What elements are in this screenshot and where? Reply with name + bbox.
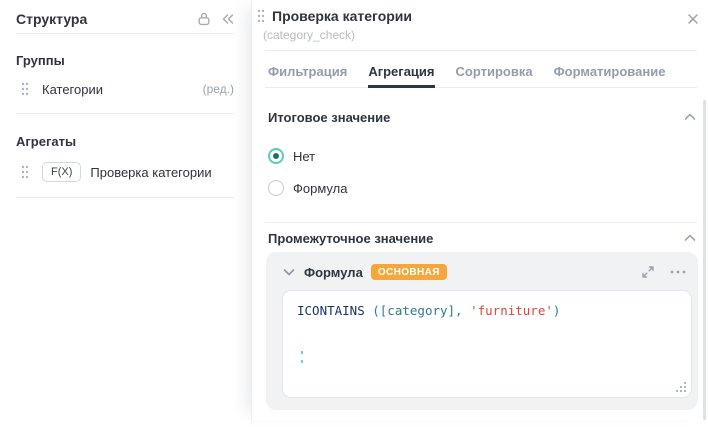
header-divider: [265, 50, 697, 51]
aggregates-heading: Агрегаты: [16, 134, 76, 149]
radio-unselected-icon: [268, 180, 284, 196]
lock-button[interactable]: [192, 7, 216, 31]
resize-grip-icon[interactable]: [675, 381, 687, 393]
total-value-heading: Итоговое значение: [268, 110, 681, 125]
collapse-section-button[interactable]: [681, 229, 699, 247]
expand-icon: [641, 265, 655, 279]
field-settings-dialog: Структура Группы: [0, 0, 708, 445]
expand-editor-button[interactable]: [638, 262, 658, 282]
chevron-up-icon: [683, 110, 697, 124]
aggregate-item-label: Проверка категории: [90, 165, 211, 180]
aggregate-item[interactable]: F(X) Проверка категории: [16, 160, 234, 184]
sidebar-divider: [16, 33, 234, 34]
tab-formatting[interactable]: Форматирование: [554, 56, 666, 88]
editor-caret: [301, 351, 303, 369]
drag-handle-icon[interactable]: [257, 9, 265, 23]
intermediate-value-section-header: Промежуточное значение: [268, 229, 699, 247]
collapse-section-button[interactable]: [681, 108, 699, 126]
collapse-sidebar-button[interactable]: [216, 7, 240, 31]
lock-icon: [196, 11, 212, 27]
formula-code-line: ICONTAINS ([category], 'furniture'): [297, 303, 560, 318]
chevron-down-icon: [282, 265, 296, 279]
code-token-paren: ): [553, 303, 561, 318]
sidebar-divider: [16, 197, 234, 198]
groups-heading: Группы: [16, 53, 65, 68]
structure-sidebar: Структура Группы: [0, 0, 250, 420]
sidebar-title: Структура: [16, 11, 192, 27]
drag-handle-icon: [21, 82, 29, 96]
collapse-formula-button[interactable]: [280, 263, 298, 281]
more-menu-button[interactable]: [668, 262, 688, 282]
formula-card-title: Формула: [304, 265, 363, 280]
intermediate-value-heading: Промежуточное значение: [268, 231, 681, 246]
panel-header: Проверка категории (category_check): [257, 8, 678, 42]
primary-badge: ОСНОВНАЯ: [371, 264, 447, 280]
chevron-up-icon: [683, 231, 697, 245]
tab-sorting[interactable]: Сортировка: [456, 56, 533, 88]
panel-title: Проверка категории: [272, 8, 412, 24]
radio-selected-icon: [268, 148, 284, 164]
formula-type-badge: F(X): [42, 162, 81, 182]
sidebar-header: Структура: [16, 6, 240, 32]
code-token-field: ([category],: [365, 303, 470, 318]
radio-label-none: Нет: [293, 149, 315, 164]
radio-option-none[interactable]: Нет: [268, 146, 315, 166]
tab-aggregation[interactable]: Агрегация: [368, 56, 434, 88]
code-token-function: ICONTAINS: [297, 303, 365, 318]
code-token-string: 'furniture': [470, 303, 553, 318]
group-item-label: Категории: [42, 82, 103, 97]
close-button[interactable]: [681, 7, 705, 31]
sidebar-divider: [16, 113, 234, 114]
drag-handle-icon: [21, 165, 29, 179]
edit-group-link[interactable]: (ред.): [203, 82, 234, 96]
tab-filtering[interactable]: Фильтрация: [268, 56, 347, 88]
panel-subtitle: (category_check): [263, 28, 678, 42]
radio-option-formula[interactable]: Формула: [268, 178, 347, 198]
radio-label-formula: Формула: [293, 181, 347, 196]
formula-card-header: Формула ОСНОВНАЯ: [280, 261, 688, 283]
total-value-section-header: Итоговое значение: [268, 108, 699, 126]
settings-tabs: Фильтрация Агрегация Сортировка Форматир…: [265, 56, 697, 88]
group-item-categories[interactable]: Категории (ред.): [16, 77, 234, 101]
panel-scrollbar[interactable]: [703, 100, 706, 420]
formula-code-editor[interactable]: ICONTAINS ([category], 'furniture'): [282, 290, 692, 398]
close-icon: [686, 12, 700, 26]
section-divider: [265, 222, 697, 223]
ellipsis-icon: [670, 270, 686, 274]
chevrons-left-icon: [220, 11, 236, 27]
field-settings-panel: Проверка категории (category_check) Филь…: [251, 0, 708, 420]
formula-card: Формула ОСНОВНАЯ: [266, 252, 698, 410]
